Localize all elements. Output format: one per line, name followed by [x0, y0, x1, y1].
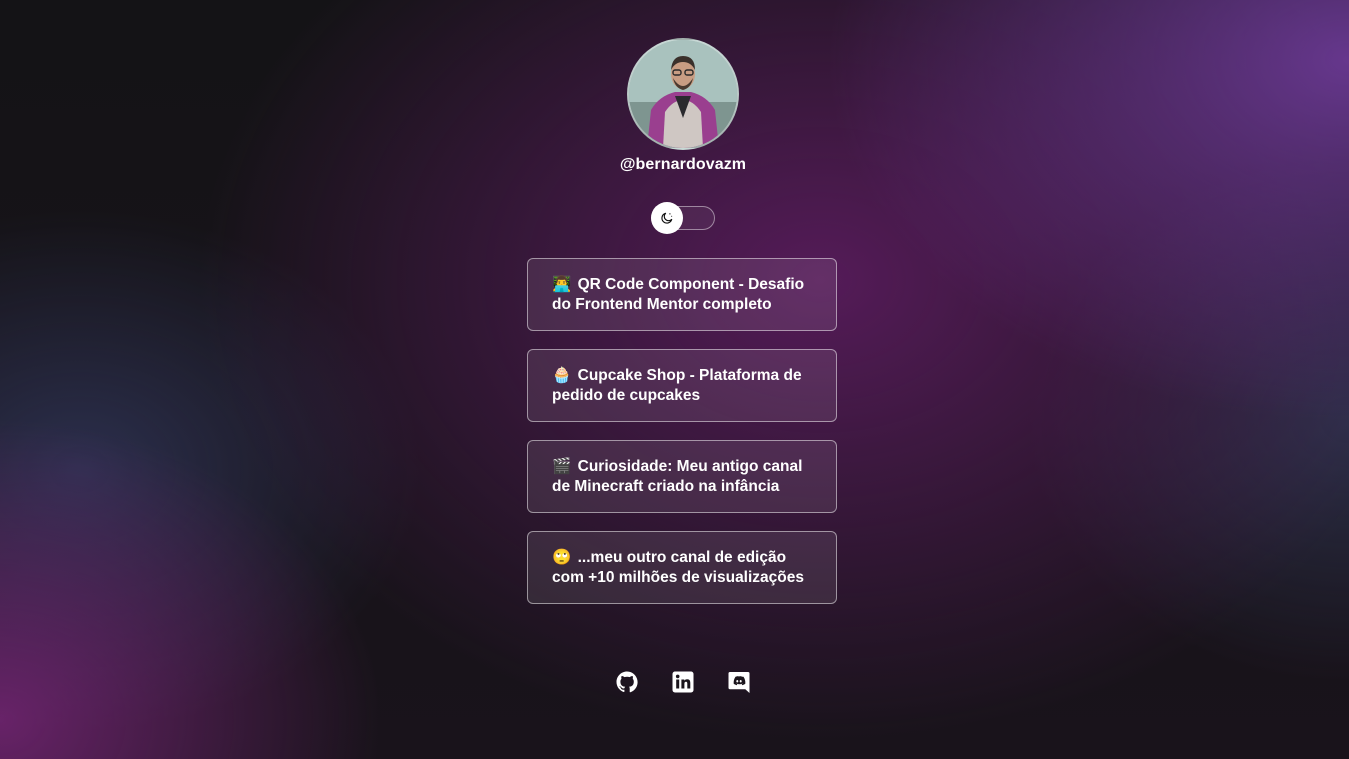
github-icon — [616, 671, 638, 693]
technologist-emoji: 👨‍💻 — [552, 275, 572, 293]
linkedin-link[interactable] — [671, 670, 695, 694]
clapper-board-emoji: 🎬 — [552, 457, 572, 475]
avatar — [627, 38, 739, 150]
link-card-minecraft-channel[interactable]: 🎬 Curiosidade: Meu antigo canal de Minec… — [527, 440, 837, 513]
link-title: ...meu outro canal de edição com +10 mil… — [552, 549, 804, 586]
moon-icon — [661, 212, 673, 224]
social-links — [615, 670, 755, 694]
link-title: Curiosidade: Meu antigo canal de Minecra… — [552, 458, 803, 495]
github-link[interactable] — [615, 670, 639, 694]
profile-handle: @bernardovazm — [619, 156, 747, 173]
toggle-knob[interactable] — [651, 202, 683, 234]
discord-link[interactable] — [727, 670, 751, 694]
discord-icon — [728, 672, 750, 693]
face-with-rolling-eyes-emoji: 🙄 — [552, 548, 572, 566]
link-label-qr-code: 👨‍💻 QR Code Component - Desafio do Front… — [552, 274, 822, 315]
link-title: QR Code Component - Desafio do Frontend … — [552, 276, 805, 313]
link-card-cupcake-shop[interactable]: 🧁 Cupcake Shop - Plataforma de pedido de… — [527, 349, 837, 422]
cupcake-emoji: 🧁 — [552, 366, 572, 384]
link-label-editing-channel: 🙄 ...meu outro canal de edição com +10 m… — [552, 547, 822, 588]
link-card-editing-channel[interactable]: 🙄 ...meu outro canal de edição com +10 m… — [527, 531, 837, 604]
linkedin-icon — [672, 671, 694, 693]
profile-photo — [629, 40, 737, 148]
link-label-minecraft-channel: 🎬 Curiosidade: Meu antigo canal de Minec… — [552, 456, 822, 497]
link-label-cupcake-shop: 🧁 Cupcake Shop - Plataforma de pedido de… — [552, 365, 822, 406]
link-title: Cupcake Shop - Plataforma de pedido de c… — [552, 367, 802, 404]
link-card-qr-code[interactable]: 👨‍💻 QR Code Component - Desafio do Front… — [527, 258, 837, 331]
theme-toggle[interactable] — [651, 202, 715, 234]
